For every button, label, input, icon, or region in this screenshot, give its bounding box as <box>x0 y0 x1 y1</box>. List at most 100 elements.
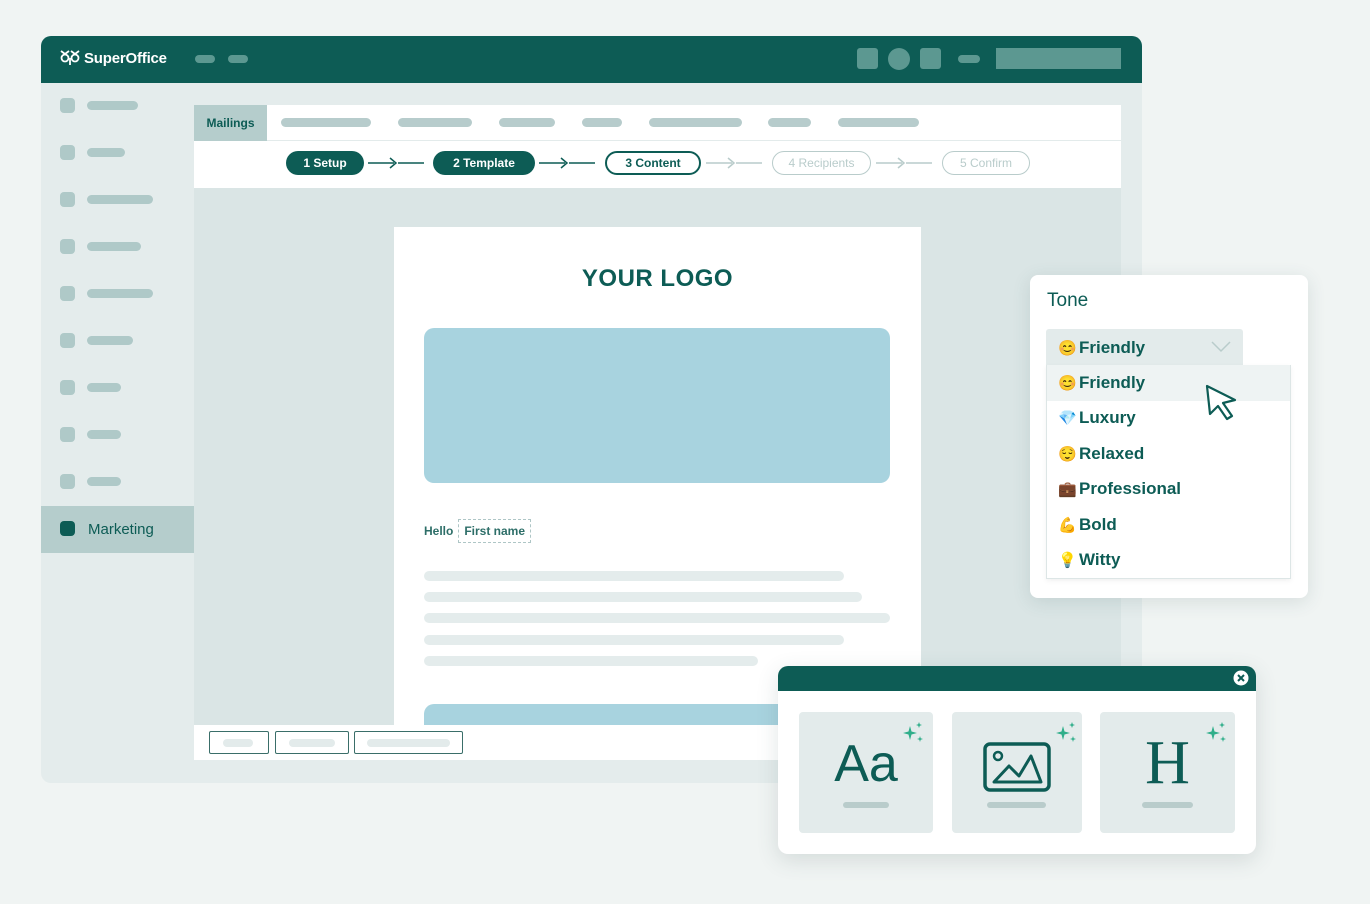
sidebar-item[interactable] <box>41 83 194 130</box>
text-line-placeholder <box>424 635 844 645</box>
sidebar-item[interactable] <box>41 412 194 459</box>
option-label: Relaxed <box>1079 443 1145 463</box>
greeting-text: Hello <box>424 524 454 538</box>
sidebar-item[interactable] <box>41 459 194 506</box>
email-logo[interactable]: YOUR LOGO <box>394 265 921 293</box>
sparkle-icon <box>903 722 923 742</box>
toolbar-pill[interactable] <box>958 55 980 63</box>
briefcase-emoji-icon: 💼 <box>1058 481 1077 499</box>
tone-panel: Tone 😊 Friendly 😊 Friendly 💎 Luxury 😌 Re… <box>1030 275 1308 598</box>
sidebar-item[interactable] <box>41 318 194 365</box>
toolbar-button[interactable] <box>209 731 269 754</box>
sidebar-item[interactable] <box>41 224 194 271</box>
tone-option-professional[interactable]: 💼 Professional <box>1047 472 1290 508</box>
card-label-placeholder <box>987 802 1046 808</box>
toolbar-square-icon[interactable] <box>857 48 878 69</box>
sidebar-item[interactable] <box>41 130 194 177</box>
step-template[interactable]: 2 Template <box>433 151 535 175</box>
chevron-down-icon[interactable] <box>1211 341 1231 353</box>
tab-placeholder[interactable] <box>499 118 555 127</box>
ai-card-heading[interactable]: H <box>1100 712 1235 833</box>
search-bar[interactable] <box>996 48 1121 69</box>
toolbar-circle-icon[interactable] <box>888 48 910 70</box>
option-label: Friendly <box>1079 372 1146 392</box>
arrow-right-icon <box>876 157 932 169</box>
placeholder-icon <box>60 286 75 301</box>
close-icon[interactable] <box>1233 670 1249 686</box>
friendly-emoji-icon: 😊 <box>1058 339 1077 357</box>
tab-placeholder[interactable] <box>281 118 371 127</box>
toolbar-button[interactable] <box>354 731 463 754</box>
label-placeholder <box>87 430 121 439</box>
tab-placeholder[interactable] <box>768 118 811 127</box>
step-recipients[interactable]: 4 Recipients <box>772 151 871 175</box>
ai-card-image[interactable] <box>952 712 1082 833</box>
tab-placeholder[interactable] <box>838 118 919 127</box>
sidebar-item[interactable] <box>41 177 194 224</box>
marketing-icon <box>60 521 75 536</box>
tabs-row: Mailings <box>194 105 1121 141</box>
option-label: Witty <box>1079 550 1121 570</box>
text-line-placeholder <box>424 592 862 602</box>
label-placeholder <box>87 195 153 204</box>
placeholder-icon <box>60 333 75 348</box>
label-placeholder <box>87 383 121 392</box>
tab-placeholder[interactable] <box>582 118 622 127</box>
flexed-biceps-emoji-icon: 💪 <box>1058 516 1077 534</box>
tone-option-bold[interactable]: 💪 Bold <box>1047 507 1290 543</box>
toolbar-square-icon[interactable] <box>920 48 941 69</box>
placeholder-icon <box>60 380 75 395</box>
placeholder-icon <box>60 145 75 160</box>
owl-logo-icon <box>60 50 80 65</box>
placeholder-icon <box>60 474 75 489</box>
tab-placeholder[interactable] <box>649 118 742 127</box>
brand-name: SuperOffice <box>84 49 167 67</box>
light-bulb-emoji-icon: 💡 <box>1058 552 1077 570</box>
nav-pill[interactable] <box>228 55 248 63</box>
relieved-emoji-icon: 😌 <box>1058 445 1077 463</box>
option-label: Luxury <box>1079 408 1136 428</box>
mouse-pointer-icon <box>1205 384 1237 421</box>
tone-option-relaxed[interactable]: 😌 Relaxed <box>1047 436 1290 472</box>
toolbar-button[interactable] <box>275 731 349 754</box>
arrow-right-icon <box>368 157 424 169</box>
brand[interactable]: SuperOffice <box>59 49 167 67</box>
card-label-placeholder <box>843 802 889 808</box>
sidebar-item[interactable] <box>41 271 194 318</box>
tone-option-friendly[interactable]: 😊 Friendly <box>1047 365 1290 401</box>
text-line-placeholder <box>424 656 758 666</box>
ai-card-text-style[interactable]: Aa <box>799 712 933 833</box>
gem-emoji-icon: 💎 <box>1058 410 1077 428</box>
hero-image-placeholder[interactable] <box>424 328 890 483</box>
wizard-steps: 1 Setup 2 Template 3 Content 4 Recipient… <box>194 141 1121 188</box>
greeting-line[interactable]: Hello First name <box>424 519 532 543</box>
sidebar-item-label: Marketing <box>88 521 154 538</box>
label-placeholder <box>87 289 153 298</box>
arrow-right-icon <box>539 157 595 169</box>
nav-pill[interactable] <box>195 55 215 63</box>
tone-select[interactable]: 😊 Friendly <box>1046 329 1243 366</box>
tone-options-list: 😊 Friendly 💎 Luxury 😌 Relaxed 💼 Professi… <box>1046 365 1291 579</box>
label-placeholder <box>87 242 141 251</box>
step-content[interactable]: 3 Content <box>605 151 701 175</box>
ai-tools-panel: Aa H <box>778 666 1256 854</box>
sidebar: Marketing <box>41 83 194 783</box>
sidebar-item-marketing[interactable]: Marketing <box>41 506 194 553</box>
tone-option-witty[interactable]: 💡 Witty <box>1047 543 1290 579</box>
sidebar-item[interactable] <box>41 365 194 412</box>
merge-field-first-name[interactable]: First name <box>458 519 532 543</box>
placeholder-icon <box>60 427 75 442</box>
sparkle-icon <box>1206 722 1226 742</box>
tone-option-luxury[interactable]: 💎 Luxury <box>1047 401 1290 437</box>
placeholder-icon <box>60 192 75 207</box>
step-confirm[interactable]: 5 Confirm <box>942 151 1030 175</box>
tab-mailings[interactable]: Mailings <box>194 105 267 141</box>
main-content: Mailings 1 Setup 2 Template 3 Content 4 … <box>194 105 1121 760</box>
tone-selected-label: Friendly <box>1079 337 1146 357</box>
step-setup[interactable]: 1 Setup <box>286 151 364 175</box>
top-bar: SuperOffice <box>41 36 1142 83</box>
arrow-right-icon <box>706 157 762 169</box>
friendly-emoji-icon: 😊 <box>1058 374 1077 392</box>
tab-placeholder[interactable] <box>398 118 472 127</box>
option-label: Professional <box>1079 479 1182 499</box>
